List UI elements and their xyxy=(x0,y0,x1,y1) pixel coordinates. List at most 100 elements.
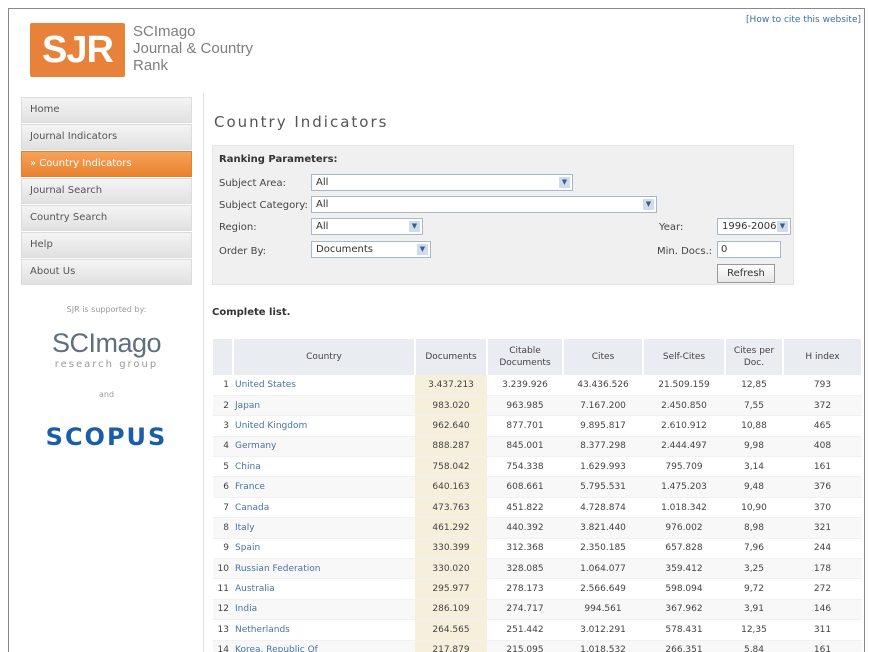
cell-cites: 994.561 xyxy=(563,599,643,621)
cell-documents: 264.565 xyxy=(415,619,487,641)
cell-documents: 461.292 xyxy=(415,517,487,539)
cell-citable-documents: 312.368 xyxy=(487,538,563,560)
country-link[interactable]: China xyxy=(233,456,415,478)
country-link[interactable]: France xyxy=(233,476,415,498)
scimago-logo[interactable]: SCImago xyxy=(21,328,192,359)
column-header-h-index[interactable]: H index xyxy=(783,339,863,375)
region-select[interactable]: All ▼ xyxy=(311,218,423,235)
country-link[interactable]: Italy xyxy=(233,517,415,539)
cell-documents: 640.163 xyxy=(415,476,487,498)
cell-citable-documents: 963.985 xyxy=(487,395,563,417)
cell-h-index: 146 xyxy=(783,599,862,621)
cell-self-cites: 2.450.850 xyxy=(643,395,725,417)
order-by-label: Order By: xyxy=(219,246,267,257)
country-link[interactable]: Japan xyxy=(233,395,415,417)
cell-self-cites: 367.962 xyxy=(643,599,725,621)
cell-documents: 473.763 xyxy=(415,497,487,519)
cell-rank: 10 xyxy=(213,558,233,580)
cell-rank: 12 xyxy=(213,599,233,621)
cell-cites-per-doc: 7,96 xyxy=(725,538,783,560)
sidebar-item-home[interactable]: Home xyxy=(21,97,192,123)
sidebar: Home Journal Indicators » Country Indica… xyxy=(21,97,192,451)
column-header-documents[interactable]: Documents xyxy=(415,339,488,375)
cell-h-index: 376 xyxy=(783,476,862,498)
column-header-country[interactable]: Country xyxy=(233,339,416,375)
cell-documents: 330.399 xyxy=(415,538,487,560)
cell-self-cites: 976.002 xyxy=(643,517,725,539)
country-link[interactable]: Netherlands xyxy=(233,619,415,641)
column-header-cites[interactable]: Cites xyxy=(563,339,644,375)
cell-rank: 7 xyxy=(213,497,233,519)
chevron-down-icon: ▼ xyxy=(643,199,654,210)
sidebar-item-journal-search[interactable]: Journal Search xyxy=(21,178,192,204)
cell-self-cites: 2.444.497 xyxy=(643,436,725,458)
sjr-logo[interactable]: SJR xyxy=(30,23,125,77)
sidebar-item-country-search[interactable]: Country Search xyxy=(21,205,192,231)
site-title: SCImago Journal & Country Rank xyxy=(133,23,253,74)
country-link[interactable]: United States xyxy=(233,375,415,396)
country-link[interactable]: India xyxy=(233,599,415,621)
cell-h-index: 244 xyxy=(783,538,862,560)
sidebar-item-country-indicators[interactable]: » Country Indicators xyxy=(21,151,192,177)
column-header-citable-documents[interactable]: Citable Documents xyxy=(487,339,564,375)
country-link[interactable]: Canada xyxy=(233,497,415,519)
region-value: All xyxy=(316,221,329,232)
cell-self-cites: 266.351 xyxy=(643,640,725,652)
cell-cites: 43.436.526 xyxy=(563,375,643,396)
cell-self-cites: 1.475.203 xyxy=(643,476,725,498)
year-value: 1996-2006 xyxy=(722,221,777,232)
cell-cites-per-doc: 9,98 xyxy=(725,436,783,458)
scopus-logo[interactable]: SCOPUS xyxy=(21,423,192,451)
cell-self-cites: 578.431 xyxy=(643,619,725,641)
column-header-self-cites[interactable]: Self-Cites xyxy=(643,339,726,375)
and-text: and xyxy=(98,390,115,399)
chevron-down-icon: ▼ xyxy=(559,177,570,188)
cell-documents: 217.879 xyxy=(415,640,487,652)
cell-self-cites: 657.828 xyxy=(643,538,725,560)
table-row: 1 United States 3.437.213 3.239.926 43.436.5… xyxy=(213,375,862,396)
cell-citable-documents: 754.338 xyxy=(487,456,563,478)
order-by-select[interactable]: Documents ▼ xyxy=(311,241,431,258)
subject-area-select[interactable]: All ▼ xyxy=(311,174,573,191)
country-link[interactable]: Australia xyxy=(233,578,415,600)
table-body: 1 United States 3.437.213 3.239.926 43.436.5… xyxy=(213,375,862,652)
cell-cites-per-doc: 9,72 xyxy=(725,578,783,600)
country-link[interactable]: Russian Federation xyxy=(233,558,415,580)
chevron-down-icon: ▼ xyxy=(417,244,428,255)
cell-self-cites: 1.018.342 xyxy=(643,497,725,519)
sidebar-item-journal-indicators[interactable]: Journal Indicators xyxy=(21,124,192,150)
table-row: 14 Korea, Republic Of 217.879 215.095 1.018.… xyxy=(213,640,862,652)
cell-self-cites: 2.610.912 xyxy=(643,415,725,437)
cell-cites: 1.018.532 xyxy=(563,640,643,652)
country-link[interactable]: Germany xyxy=(233,436,415,458)
main-content: Country Indicators Ranking Parameters: S… xyxy=(203,93,863,652)
cell-documents: 962.640 xyxy=(415,415,487,437)
cell-cites-per-doc: 3,25 xyxy=(725,558,783,580)
cell-h-index: 311 xyxy=(783,619,862,641)
cell-h-index: 465 xyxy=(783,415,862,437)
country-link[interactable]: Spain xyxy=(233,538,415,560)
column-header-cites-per-doc[interactable]: Cites per Doc. xyxy=(725,339,784,375)
sidebar-item-help[interactable]: Help xyxy=(21,232,192,258)
country-link[interactable]: Korea, Republic Of xyxy=(233,640,415,652)
cell-cites: 2.566.649 xyxy=(563,578,643,600)
cell-self-cites: 21.509.159 xyxy=(643,375,725,396)
table-row: 11 Australia 295.977 278.173 2.566.649 598.09… xyxy=(213,578,862,600)
min-docs-input[interactable]: 0 xyxy=(717,241,781,258)
year-select[interactable]: 1996-2006 ▼ xyxy=(717,218,791,235)
cite-website-link[interactable]: [How to cite this website] xyxy=(746,15,861,25)
table-row: 13 Netherlands 264.565 251.442 3.012.291 578.… xyxy=(213,619,862,641)
country-link[interactable]: United Kingdom xyxy=(233,415,415,437)
cell-h-index: 321 xyxy=(783,517,862,539)
cell-cites: 3.012.291 xyxy=(563,619,643,641)
subject-category-select[interactable]: All ▼ xyxy=(311,196,657,213)
site-title-line3: Rank xyxy=(133,57,169,74)
cell-documents: 295.977 xyxy=(415,578,487,600)
cell-cites-per-doc: 7,55 xyxy=(725,395,783,417)
refresh-button[interactable]: Refresh xyxy=(717,264,775,283)
chevron-down-icon: ▼ xyxy=(777,221,788,232)
sidebar-item-about-us[interactable]: About Us xyxy=(21,259,192,285)
cell-self-cites: 795.709 xyxy=(643,456,725,478)
cell-cites-per-doc: 12,85 xyxy=(725,375,783,396)
cell-cites: 9.895.817 xyxy=(563,415,643,437)
